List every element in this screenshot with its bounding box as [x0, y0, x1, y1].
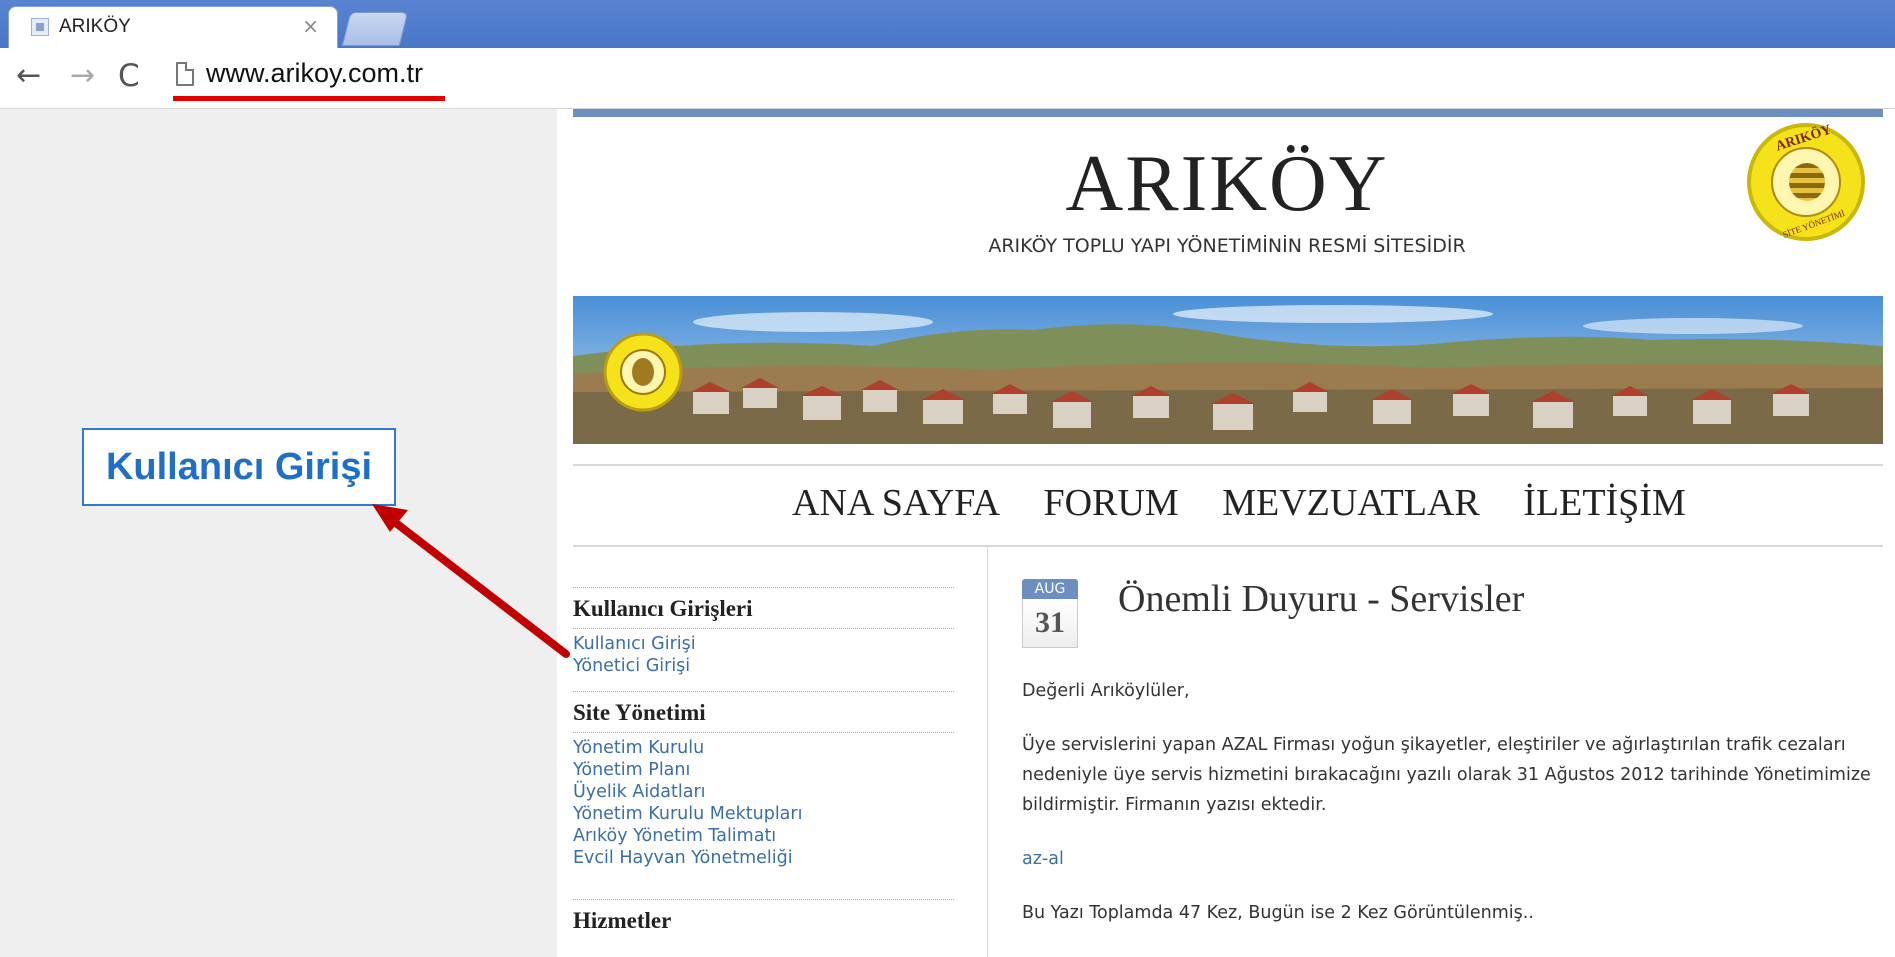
- new-tab-button[interactable]: [341, 12, 409, 46]
- divider: [573, 545, 1883, 547]
- sidebar-link-plan[interactable]: Yönetim Planı: [573, 759, 954, 781]
- sidebar-link-board[interactable]: Yönetim Kurulu: [573, 737, 954, 759]
- nav-contact-link[interactable]: İLETİŞİM: [1523, 482, 1686, 524]
- post-body: Değerli Arıköylüler, Üye servislerini ya…: [1022, 676, 1882, 952]
- nav-forum-link[interactable]: FORUM: [1044, 482, 1179, 524]
- page-favicon-icon: [31, 18, 49, 36]
- nav-home-link[interactable]: ANA SAYFA: [792, 482, 1000, 524]
- page-document-icon: [176, 62, 194, 86]
- reload-icon[interactable]: C: [118, 58, 140, 94]
- header-top-rule: [573, 109, 1883, 117]
- sidebar: Kullanıcı Girişleri Kullanıcı Girişi Yön…: [573, 587, 954, 954]
- site-title[interactable]: ARIKÖY: [557, 139, 1895, 230]
- user-login-link[interactable]: Kullanıcı Girişi: [573, 633, 954, 655]
- post-day: 31: [1022, 599, 1078, 648]
- tab-bar: ARIKÖY ×: [0, 0, 1895, 48]
- post-month: AUG: [1022, 579, 1078, 599]
- sidebar-link-board-letters[interactable]: Yönetim Kurulu Mektupları: [573, 803, 954, 825]
- header-banner-image: [573, 296, 1883, 444]
- sidebar-link-pet-regulation[interactable]: Evcil Hayvan Yönetmeliği: [573, 847, 954, 869]
- view-count: Bu Yazı Toplamda 47 Kez, Bugün ise 2 Kez…: [1022, 903, 1534, 923]
- post-paragraph: Üye servislerini yapan AZAL Firması yoğu…: [1022, 735, 1871, 815]
- web-page: ARIKÖY ARIKÖY TOPLU YAPI YÖNETİMİNİN RES…: [557, 109, 1895, 957]
- bee-icon: [1771, 147, 1841, 217]
- close-tab-icon[interactable]: ×: [302, 14, 319, 38]
- divider: [573, 464, 1883, 466]
- forward-arrow-icon[interactable]: →: [70, 58, 95, 94]
- url-highlight-underline: [173, 96, 445, 101]
- admin-login-link[interactable]: Yönetici Girişi: [573, 655, 954, 677]
- attachment-link[interactable]: az-al: [1022, 844, 1882, 874]
- main-navigation: ANA SAYFA FORUM MEVZUATLAR İLETİŞİM: [792, 481, 1720, 525]
- browser-tab[interactable]: ARIKÖY ×: [8, 6, 338, 48]
- sidebar-link-dues[interactable]: Üyelik Aidatları: [573, 781, 954, 803]
- browser-toolbar: ← → C www.arikoy.com.tr: [0, 48, 1895, 109]
- sidebar-heading-services: Hizmetler: [573, 908, 672, 933]
- sidebar-link-instructions[interactable]: Arıköy Yönetim Talimatı: [573, 825, 954, 847]
- post-title[interactable]: Önemli Duyuru - Servisler: [1118, 577, 1524, 621]
- nav-laws-link[interactable]: MEVZUATLAR: [1222, 482, 1480, 524]
- post-greeting: Değerli Arıköylüler,: [1022, 681, 1190, 701]
- column-divider: [987, 547, 988, 957]
- back-arrow-icon[interactable]: ←: [16, 58, 41, 94]
- post-date-badge: AUG 31: [1022, 579, 1078, 655]
- annotation-callout-text: Kullanıcı Girişi: [105, 445, 373, 488]
- site-logo: ARIKÖY SİTE YÖNETİMİ: [1747, 122, 1865, 241]
- address-bar[interactable]: www.arikoy.com.tr: [206, 58, 423, 89]
- site-subtitle: ARIKÖY TOPLU YAPI YÖNETİMİNİN RESMİ SİTE…: [988, 235, 1466, 257]
- sidebar-heading-site-management: Site Yönetimi: [573, 692, 954, 733]
- tab-title: ARIKÖY: [59, 16, 131, 37]
- annotation-callout: Kullanıcı Girişi: [82, 428, 396, 506]
- sidebar-heading-user-logins: Kullanıcı Girişleri: [573, 588, 954, 629]
